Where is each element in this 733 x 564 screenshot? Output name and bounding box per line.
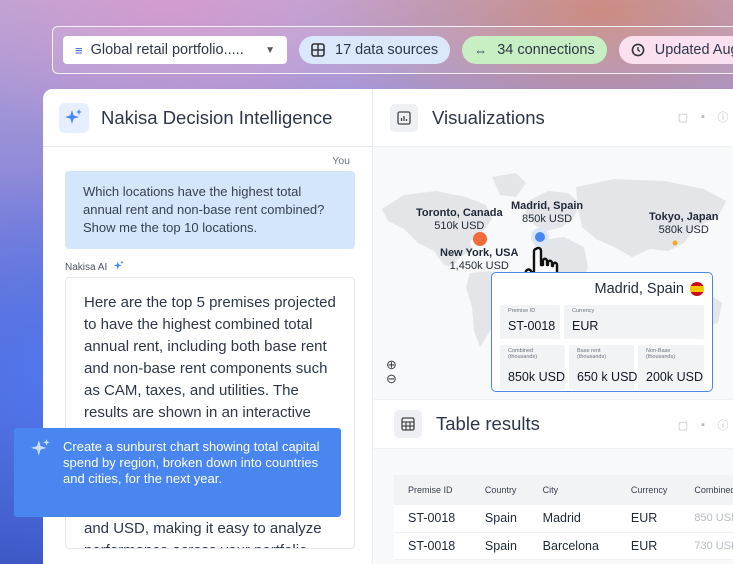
world-map[interactable]: Toronto, Canada 510k USD Madrid, Spain 850… [374,147,733,399]
table-cell: ST-0018 [394,505,471,533]
table-header: Table results ▢ ▪ ⓘ ⤓ [374,399,733,449]
portfolio-select-value: Global retail portfolio..... [90,42,244,58]
table-header-row: Premise ID Country City Currency Combine… [394,475,733,505]
connections-label: 34 connections [497,42,595,58]
results-table: Premise ID Country City Currency Combine… [394,475,733,560]
chevron-down-icon: ▼ [265,44,275,56]
table-icon [394,410,422,438]
info-icon[interactable]: ⓘ [717,419,729,432]
table-row[interactable]: ST-0018 Spain Madrid EUR 850 USD [394,505,733,533]
location-detail-card: Madrid, Spain Premise ID ST-0018 Currenc… [491,272,713,392]
spain-flag-icon [690,282,704,296]
city-label-tokyo: Tokyo, Japan 580k USD [649,211,719,236]
chat-title: Nakisa Decision Intelligence [101,106,333,128]
currency-cell: Currency EUR [564,305,704,339]
combined-cell: Combined (thousands) 850k USD [500,345,565,390]
chat-header: Nakisa Decision Intelligence [43,89,372,147]
sparkle-icon [30,438,52,464]
sparkle-small-icon [113,260,125,275]
visualizations-toolbar: ▢ ▪ ⓘ ⤓ [677,111,733,124]
table-cell: ST-0018 [394,532,471,560]
city-label-toronto: Toronto, Canada 510k USD [416,207,503,232]
ai-label: Nakisa AI [65,262,108,273]
visualizations-title: Visualizations [432,106,545,128]
marker-madrid[interactable] [535,232,545,242]
sparkle-icon [59,102,89,133]
premise-id-cell: Premise ID ST-0018 [500,305,560,339]
prompt-text: Create a sunburst chart showing total ca… [63,439,320,486]
table-title: Table results [436,413,540,434]
column-header[interactable]: Premise ID [394,475,471,505]
updated-label: Updated Aug [654,42,733,58]
column-header[interactable]: Combined [680,475,733,505]
detail-card-header: Madrid, Spain [500,279,704,299]
city-label-new-york: New York, USA 1,450k USD [440,247,519,272]
updated-chip[interactable]: Updated Aug [618,36,733,64]
data-sources-chip[interactable]: 17 data sources [299,36,451,64]
portfolio-select[interactable]: ≡ Global retail portfolio..... ▼ [63,36,287,64]
detail-card-title: Madrid, Spain [594,281,684,297]
document-icon[interactable]: ▢ [677,111,689,124]
table-toolbar: ▢ ▪ ⓘ ⤓ [677,419,733,432]
marker-tokyo[interactable] [672,240,678,246]
table-cell: 730 USD [680,532,733,560]
copy-icon[interactable]: ▪ [697,419,709,431]
visualizations-header: Visualizations ▢ ▪ ⓘ ⤓ [374,89,733,147]
detail-row-values: Combined (thousands) 850k USD Base rent … [500,345,704,390]
table-cell: 850 USD [680,505,733,533]
table-cell: Madrid [528,505,617,533]
table-row[interactable]: ST-0018 Spain Barcelona EUR 730 USD [394,532,733,560]
info-icon[interactable]: ⓘ [717,111,729,124]
table-cell: EUR [616,532,681,560]
user-message: Which locations have the highest total a… [65,171,355,249]
column-header[interactable]: Country [470,475,529,505]
base-rent-cell: Base rent (thousands) 650 k USD [569,345,637,390]
table-cell: Spain [470,532,529,560]
ai-label-row: Nakisa AI [65,260,125,275]
non-base-rent-cell: Non-Base (thousands) 200k USD [638,345,704,390]
zoom-out-button[interactable]: ⊖ [386,371,397,387]
table-cell: Barcelona [528,532,617,560]
table-cell: Spain [470,505,529,533]
column-header[interactable]: City [528,475,617,505]
copy-icon[interactable]: ▪ [697,111,709,123]
prompt-suggestion[interactable]: Create a sunburst chart showing total ca… [14,428,341,517]
column-header[interactable]: Currency [616,475,681,505]
list-icon: ≡ [75,42,83,58]
detail-row-ids: Premise ID ST-0018 Currency EUR [500,305,704,339]
clock-icon [631,43,645,57]
city-label-madrid: Madrid, Spain 850k USD [511,200,584,225]
filter-bar: ≡ Global retail portfolio..... ▼ 17 data… [52,26,733,74]
marker-new-york[interactable] [473,232,487,246]
grid-icon [311,43,325,57]
ai-message-tail: and USD, making it easy to analyze perfo… [84,520,322,548]
results-pane: Visualizations ▢ ▪ ⓘ ⤓ [374,89,733,564]
data-sources-label: 17 data sources [335,42,439,58]
you-label: You [332,155,350,167]
table-section: Table results ▢ ▪ ⓘ ⤓ Premise ID Country… [374,399,733,564]
link-icon: ⇔ [474,42,488,58]
connections-chip[interactable]: ⇔ 34 connections [462,36,607,64]
table-cell: EUR [616,505,681,533]
chart-icon [390,103,418,132]
document-icon[interactable]: ▢ [677,419,689,432]
